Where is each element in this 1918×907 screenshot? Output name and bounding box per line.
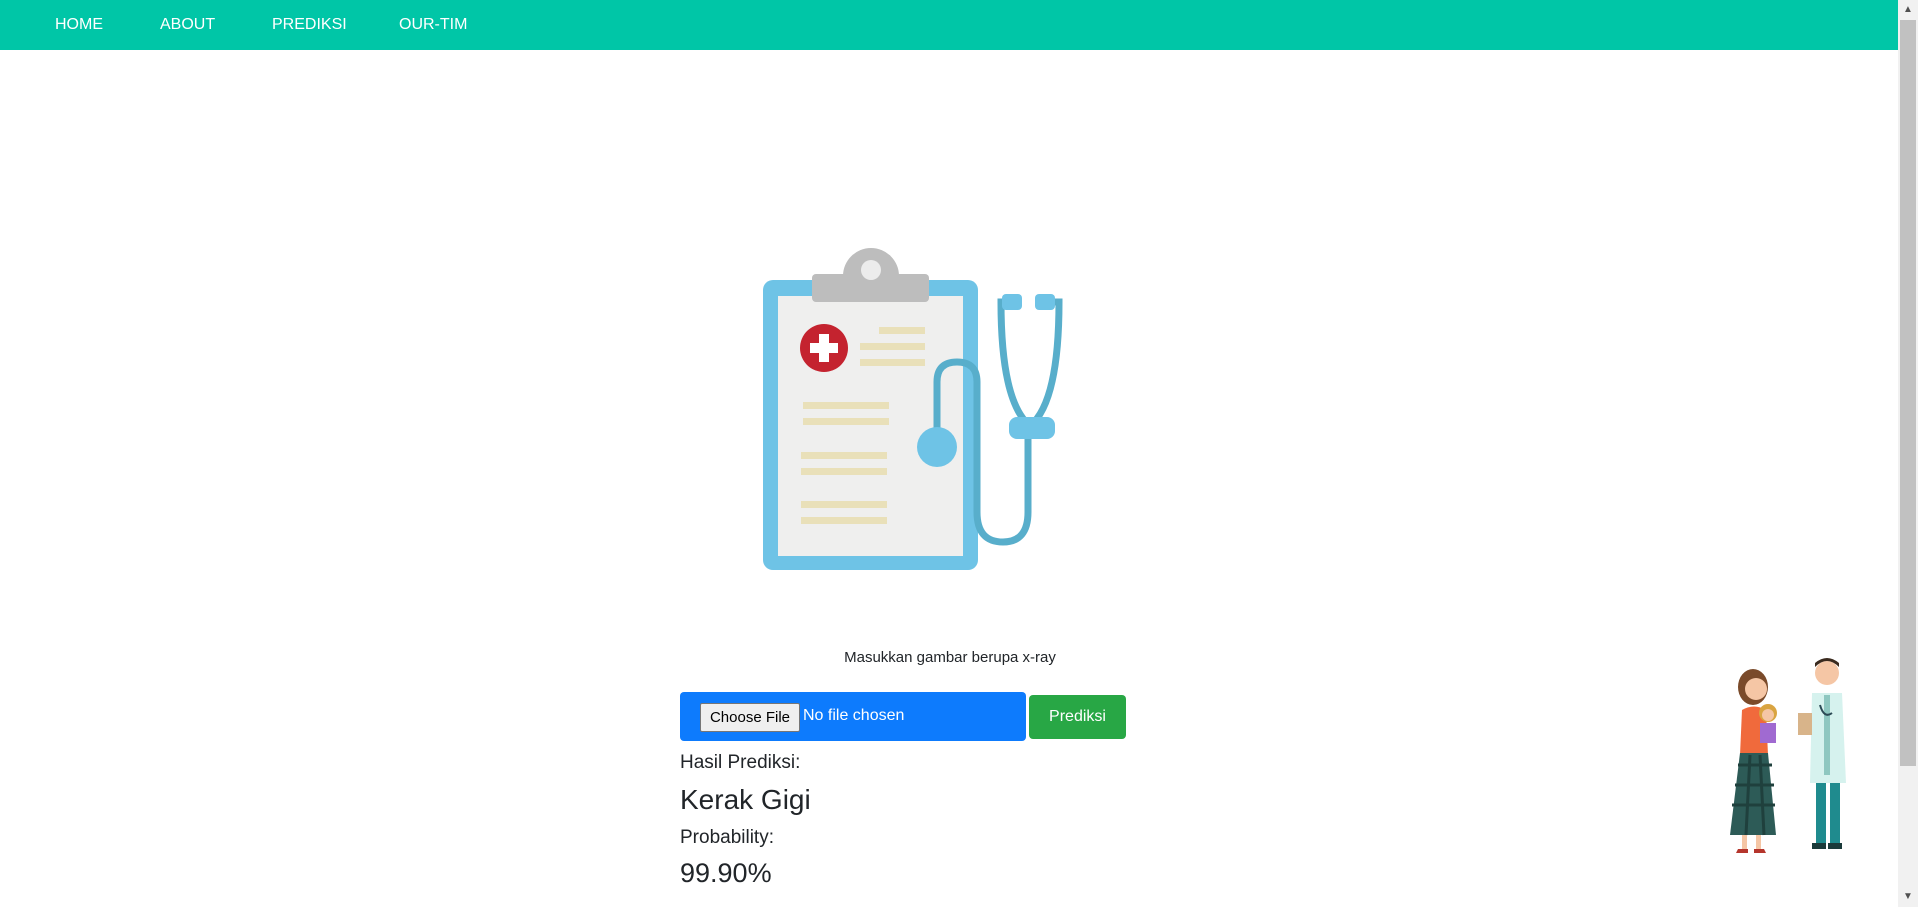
- file-upload-field[interactable]: Choose File No file chosen: [680, 692, 1026, 741]
- choose-file-button[interactable]: Choose File: [700, 703, 800, 732]
- scroll-up-arrow-icon[interactable]: ▲: [1898, 0, 1918, 20]
- probability-value: 99.90%: [680, 858, 772, 888]
- doctor-family-illustration: [1730, 658, 1846, 853]
- upload-instruction: Masukkan gambar berupa x-ray: [844, 649, 1056, 666]
- file-status-text: No file chosen: [803, 707, 905, 724]
- page-scrollbar[interactable]: ▲ ▼: [1898, 0, 1918, 907]
- prediksi-button[interactable]: Prediksi: [1029, 695, 1126, 739]
- top-navbar: HOME ABOUT PREDIKSI OUR-TIM: [0, 0, 1898, 50]
- nav-our-tim[interactable]: OUR-TIM: [399, 0, 467, 50]
- scroll-down-arrow-icon[interactable]: ▼: [1898, 887, 1918, 907]
- clipboard-stethoscope-illustration: [763, 248, 1063, 570]
- nav-about[interactable]: ABOUT: [160, 0, 215, 50]
- result-value: Kerak Gigi: [680, 784, 811, 815]
- nav-home[interactable]: HOME: [55, 0, 103, 50]
- nav-prediksi[interactable]: PREDIKSI: [272, 0, 347, 50]
- result-label: Hasil Prediksi:: [680, 752, 801, 773]
- probability-label: Probability:: [680, 827, 774, 848]
- scroll-thumb[interactable]: [1900, 20, 1916, 766]
